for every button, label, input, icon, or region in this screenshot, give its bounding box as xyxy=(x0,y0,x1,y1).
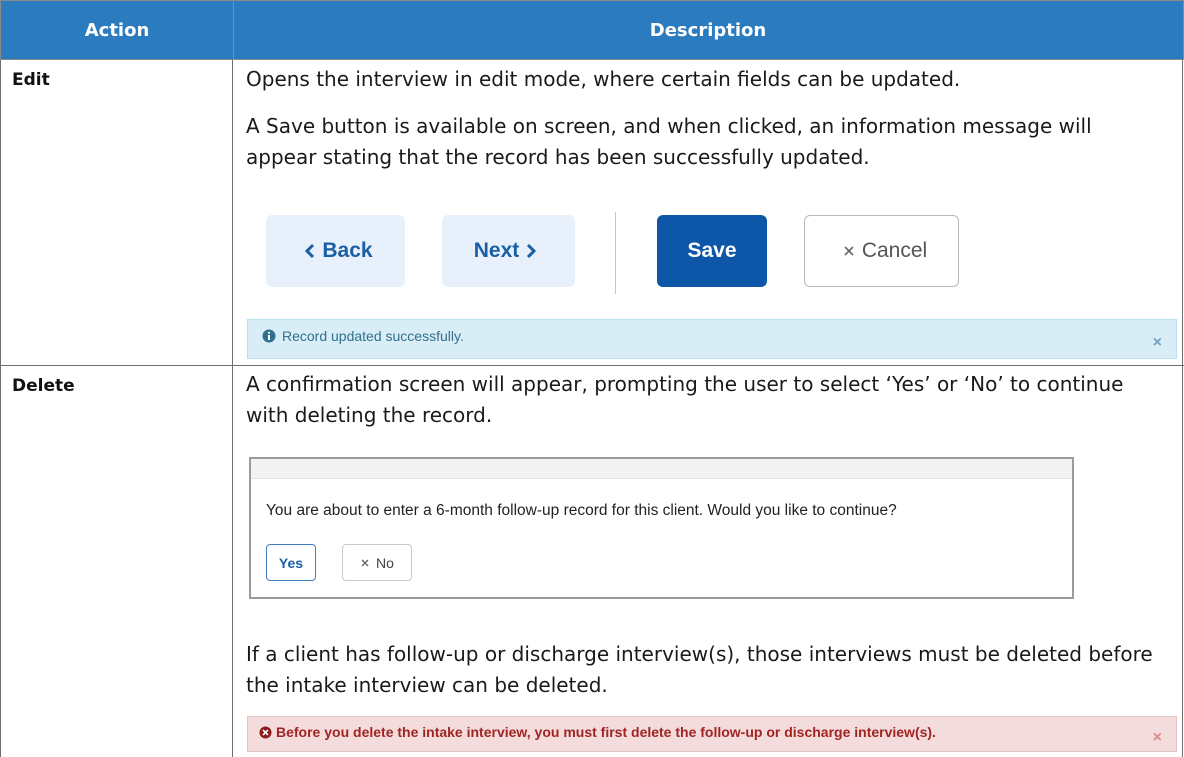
confirmation-dialog-header xyxy=(251,459,1072,479)
close-icon xyxy=(844,246,854,256)
button-separator xyxy=(615,212,616,294)
edit-description-1: Opens the interview in edit mode, where … xyxy=(246,67,961,91)
back-button[interactable]: Back xyxy=(266,215,405,287)
info-icon xyxy=(262,329,276,343)
info-alert: Record updated successfully. × xyxy=(247,319,1177,359)
delete-description-2: If a client has follow-up or discharge i… xyxy=(246,642,1153,697)
table-left-border xyxy=(0,60,1,757)
header-action: Action xyxy=(84,19,150,41)
info-alert-message: Record updated successfully. xyxy=(282,328,464,344)
info-alert-close-button[interactable]: × xyxy=(1153,334,1162,352)
action-delete: Delete xyxy=(12,376,75,396)
back-button-label: Back xyxy=(322,239,373,262)
cancel-button-label: Cancel xyxy=(861,239,928,262)
row-divider xyxy=(0,365,1184,366)
action-edit: Edit xyxy=(12,70,50,90)
yes-button[interactable]: Yes xyxy=(266,544,316,581)
error-alert-close-button[interactable]: × xyxy=(1153,729,1162,747)
next-button-label: Next xyxy=(473,239,520,262)
edit-description-2: A Save button is available on screen, an… xyxy=(246,114,1092,169)
chevron-left-icon xyxy=(305,243,315,259)
cancel-button[interactable]: Cancel xyxy=(804,215,959,287)
chevron-right-icon xyxy=(527,243,537,259)
column-divider xyxy=(232,60,233,757)
close-icon xyxy=(361,559,369,566)
table-right-border xyxy=(1182,60,1183,757)
header-description: Description xyxy=(649,19,767,41)
save-button[interactable]: Save xyxy=(657,215,767,287)
error-icon xyxy=(259,726,272,739)
next-button[interactable]: Next xyxy=(442,215,575,287)
error-alert-message: Before you delete the intake interview, … xyxy=(276,724,936,740)
table-header-row: Action Description xyxy=(0,0,1184,60)
delete-description-1: A confirmation screen will appear, promp… xyxy=(246,372,1124,427)
confirmation-dialog: You are about to enter a 6-month follow-… xyxy=(249,457,1074,599)
actions-table: Action Description Edit Opens the interv… xyxy=(0,0,1184,757)
no-button[interactable]: No xyxy=(342,544,412,581)
no-button-label: No xyxy=(376,554,394,571)
error-alert: Before you delete the intake interview, … xyxy=(247,716,1177,752)
confirmation-question: You are about to enter a 6-month follow-… xyxy=(266,502,897,519)
